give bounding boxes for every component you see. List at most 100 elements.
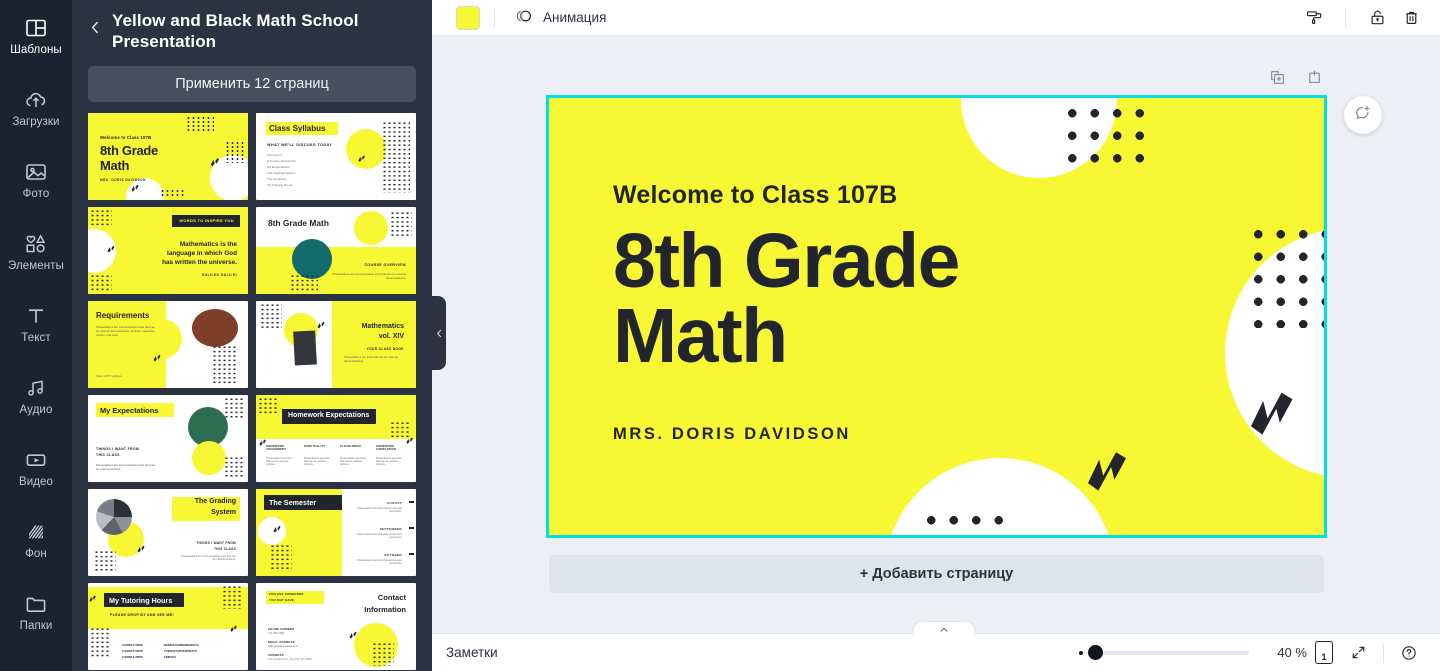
thumb-quote-line: Mathematics is the bbox=[179, 241, 237, 249]
deco-dots bbox=[186, 116, 214, 133]
slide-title: 8th Grade Math bbox=[613, 222, 960, 375]
zoom-slider-knob[interactable] bbox=[1088, 645, 1103, 660]
thumb-author: GALILEO GALILEI bbox=[201, 273, 237, 278]
fullscreen-button[interactable] bbox=[1341, 638, 1375, 668]
deco-zigzag-icon bbox=[210, 158, 219, 167]
thumb-book[interactable]: Mathematics vol. XIV YOUR CLASS BOOK Pre… bbox=[256, 301, 416, 389]
notes-button[interactable]: Заметки bbox=[446, 645, 498, 660]
hours-days: TUESDAYS/THURSDAYS bbox=[164, 649, 197, 654]
thumb-body: Presentations are communication tools th… bbox=[96, 463, 155, 472]
photo-icon bbox=[23, 160, 49, 184]
thumb-course[interactable]: 8th Grade Math COURSE OVERVIEW Presentat… bbox=[256, 207, 416, 295]
toolbar-divider bbox=[494, 7, 495, 28]
deco-dots bbox=[224, 397, 244, 420]
page-count-button[interactable]: 1 bbox=[1307, 638, 1341, 668]
thumb-syllabus[interactable]: Class Syllabus WHAT WE'LL DISCUSS TODAY … bbox=[256, 113, 416, 201]
trash-icon[interactable] bbox=[1394, 3, 1428, 33]
duplicate-page-icon[interactable] bbox=[1268, 68, 1287, 87]
help-button[interactable] bbox=[1392, 638, 1426, 668]
thumb-col1: HOMEWORK ASSIGNMENT bbox=[266, 445, 286, 452]
thumb-title: Requirements bbox=[96, 311, 150, 321]
color-swatch-button[interactable] bbox=[456, 5, 480, 30]
thumb-col4: HOMEWORK COMPLETION bbox=[376, 445, 396, 452]
deco-zigzag-icon bbox=[1087, 452, 1127, 491]
thumb-col3: CLEANLINESS bbox=[340, 445, 362, 449]
lower-yellow-band bbox=[256, 247, 416, 295]
audio-icon bbox=[23, 376, 49, 400]
zoom-level-value: 40 % bbox=[1277, 645, 1307, 660]
rail-item-elements[interactable]: Элементы bbox=[0, 216, 72, 288]
add-comment-button[interactable] bbox=[1344, 96, 1382, 134]
canva-editor-window: Шаблоны Загрузки Фото Элементы Текст Ауд… bbox=[0, 0, 1440, 671]
add-page-icon[interactable] bbox=[1305, 68, 1324, 87]
deco-dots bbox=[90, 627, 110, 660]
thumb-quote-line: has written the universe. bbox=[162, 259, 237, 267]
unlock-icon[interactable] bbox=[1360, 3, 1394, 33]
thumb-title-line2: Information bbox=[364, 605, 406, 615]
rail-item-text[interactable]: Текст bbox=[0, 288, 72, 360]
thumb-body: Presentations are tools that can be used… bbox=[357, 559, 402, 566]
thumb-title[interactable]: Welcome to Class 107B 8th Grade Math MRS… bbox=[88, 113, 248, 201]
thumb-month1: AUGUST bbox=[386, 501, 402, 506]
thumb-title-line1: Contact bbox=[377, 593, 406, 603]
thumb-title-line1: The Grading bbox=[194, 498, 236, 506]
template-thumbnail-grid: Welcome to Class 107B 8th Grade Math MRS… bbox=[72, 113, 432, 671]
thumb-expectations[interactable]: My Expectations THINGS I WANT FROM THIS … bbox=[88, 395, 248, 483]
thumb-body: Presentations are communication tools th… bbox=[96, 325, 156, 338]
thumb-semester[interactable]: The Semester AUGUST Presentations are to… bbox=[256, 489, 416, 577]
deco-dots bbox=[260, 303, 282, 330]
thumb-body: Presentations are communication tools th… bbox=[181, 555, 236, 562]
add-page-button[interactable]: + Добавить страницу bbox=[549, 555, 1324, 593]
rail-item-background[interactable]: Фон bbox=[0, 504, 72, 576]
rail-item-audio[interactable]: Аудио bbox=[0, 360, 72, 432]
panel-back-button[interactable] bbox=[82, 12, 108, 42]
thumb-title: My Tutoring Hours bbox=[109, 596, 173, 606]
thumb-photo bbox=[192, 309, 238, 348]
text-icon bbox=[23, 304, 49, 328]
panel-collapse-handle[interactable] bbox=[432, 296, 446, 370]
rail-item-photos[interactable]: Фото bbox=[0, 144, 72, 216]
help-icon bbox=[1402, 645, 1416, 660]
templates-panel: Yellow and Black Math School Presentatio… bbox=[72, 0, 432, 671]
panel-header: Yellow and Black Math School Presentatio… bbox=[72, 0, 432, 52]
page-count-icon: 1 bbox=[1315, 641, 1333, 664]
slide-canvas[interactable]: Welcome to Class 107B 8th Grade Math MRS… bbox=[546, 95, 1327, 538]
thumb-title: 8th Grade Math bbox=[268, 218, 329, 229]
thumb-quote[interactable]: WORDS TO INSPIRE YOU Mathematics is the … bbox=[88, 207, 248, 295]
thumb-requirements[interactable]: Requirements Presentations are communica… bbox=[88, 301, 248, 389]
apply-pages-button[interactable]: Применить 12 страниц bbox=[88, 66, 416, 103]
animation-button[interactable]: Анимация bbox=[509, 4, 612, 32]
thumb-subtitle2: THIS CLASS bbox=[214, 547, 236, 552]
video-icon bbox=[23, 448, 49, 472]
contact-value: 123 Anywhere St., Any City, ST 12345 bbox=[268, 658, 312, 662]
thumb-bullet: A Course Description bbox=[267, 159, 297, 164]
zoom-slider-tick bbox=[1079, 650, 1083, 655]
deco-circle bbox=[192, 441, 226, 476]
templates-icon bbox=[23, 16, 49, 40]
paint-roller-icon[interactable] bbox=[1297, 3, 1331, 33]
notes-collapse-notch[interactable] bbox=[913, 621, 975, 636]
hours-time: 3:00PM-5:00PM bbox=[122, 643, 143, 648]
rail-item-templates[interactable]: Шаблоны bbox=[0, 0, 72, 72]
rail-item-uploads[interactable]: Загрузки bbox=[0, 72, 72, 144]
deco-dash bbox=[409, 553, 414, 556]
thumb-grading[interactable]: The Grading System THINGS I WANT FROM TH… bbox=[88, 489, 248, 577]
thumb-title: My Expectations bbox=[100, 406, 159, 416]
rail-item-video[interactable]: Видео bbox=[0, 432, 72, 504]
rail-item-folders[interactable]: Папки bbox=[0, 576, 72, 648]
thumb-contact[interactable]: FOR ANY CONCERNS YOU MAY HAVE Contact In… bbox=[256, 583, 416, 671]
deco-dot-grid-top bbox=[1058, 99, 1158, 175]
zoom-slider[interactable] bbox=[1079, 645, 1249, 661]
slide-eyebrow: Welcome to Class 107B bbox=[613, 181, 898, 209]
thumb-body: Presentations are tools that can be used… bbox=[357, 533, 402, 540]
thumb-bullet: My Tutoring Hours bbox=[267, 183, 293, 188]
fullscreen-icon bbox=[1352, 646, 1364, 659]
thumb-tutoring[interactable]: My Tutoring Hours PLEASE DROP BY AND SEE… bbox=[88, 583, 248, 671]
deco-dots bbox=[224, 456, 244, 479]
animation-label: Анимация bbox=[543, 10, 607, 25]
deco-zigzag-icon bbox=[406, 437, 413, 445]
thumb-homework[interactable]: Homework Expectations HOMEWORK ASSIGNMEN… bbox=[256, 395, 416, 483]
contact-label: PHONE NUMBER bbox=[268, 627, 295, 632]
rail-label: Папки bbox=[19, 619, 53, 632]
thumb-title-line1: Mathematics bbox=[361, 323, 404, 331]
